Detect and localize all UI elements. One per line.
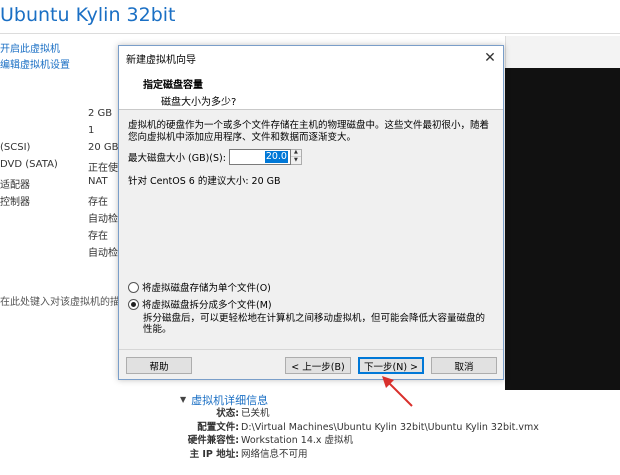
cancel-button[interactable]: 取消 — [431, 357, 497, 374]
details-header[interactable]: ▼ 虚拟机详细信息 — [180, 392, 620, 407]
dialog-body: 虚拟机的硬盘作为一个或多个文件存储在主机的物理磁盘中。这些文件最初很小，随着您向… — [119, 110, 503, 360]
detail-value: 网络信息不可用 — [241, 448, 308, 460]
device-name: 适配器 — [0, 180, 30, 191]
step-heading: 指定磁盘容量 — [143, 80, 203, 91]
disk-size-stepper[interactable]: ▲ ▼ — [290, 148, 302, 165]
power-on-link[interactable]: 开启此虚拟机 — [0, 40, 110, 55]
new-vm-wizard-dialog: 新建虚拟机向导 ✕ 指定磁盘容量 磁盘大小为多少? 虚拟机的硬盘作为一个或多个文… — [118, 45, 504, 380]
collapse-triangle-icon[interactable]: ▼ — [180, 395, 186, 404]
close-icon[interactable]: ✕ — [477, 46, 503, 70]
device-value: 20 GB — [88, 142, 119, 153]
spin-up-icon[interactable]: ▲ — [290, 150, 301, 157]
dialog-footer: 帮助 < 上一步(B) 下一步(N) > 取消 — [119, 349, 503, 379]
device-value: 2 GB — [88, 108, 113, 119]
disk-description: 虚拟机的硬盘作为一个或多个文件存储在主机的物理磁盘中。这些文件最初很小，随着您向… — [128, 120, 490, 143]
detail-key: 状态: — [216, 408, 239, 419]
detail-value: Workstation 14.x 虚拟机 — [241, 435, 354, 446]
help-button[interactable]: 帮助 — [126, 357, 192, 374]
detail-row-ip: 主 IP 地址: 网络信息不可用 — [180, 448, 620, 462]
device-value: 自动检测 — [88, 214, 120, 225]
detail-key: 主 IP 地址: — [189, 448, 239, 460]
detail-value: 已关机 — [241, 408, 270, 419]
detail-value: D:\Virtual Machines\Ubuntu Kylin 32bit\U… — [241, 421, 539, 433]
radio-multi-icon[interactable] — [128, 298, 139, 310]
option-multi-file[interactable]: 将虚拟磁盘拆分成多个文件(M) — [128, 297, 272, 311]
option-single-file[interactable]: 将虚拟磁盘存储为单个文件(O) — [128, 280, 271, 294]
preview-header — [505, 36, 620, 68]
edit-settings-link[interactable]: 编辑虚拟机设置 — [0, 56, 110, 71]
dialog-title: 新建虚拟机向导 — [126, 54, 196, 66]
step-subheading: 磁盘大小为多少? — [161, 97, 237, 108]
dialog-header: 指定磁盘容量 磁盘大小为多少? — [119, 70, 503, 110]
title-divider — [0, 33, 620, 34]
device-value: 存在 — [88, 231, 108, 242]
detail-row-status: 状态: 已关机 — [180, 407, 620, 421]
option-single-label[interactable]: 将虚拟磁盘存储为单个文件(O) — [142, 280, 271, 294]
device-name: 控制器 — [0, 197, 30, 208]
device-name: DVD (SATA) — [0, 159, 58, 170]
description-placeholder[interactable]: 在此处键入对该虚拟机的描述。 — [0, 293, 118, 308]
vm-title: Ubuntu Kylin 32bit — [0, 4, 176, 26]
device-value: 存在 — [88, 197, 108, 208]
option-multi-label[interactable]: 将虚拟磁盘拆分成多个文件(M) — [142, 297, 272, 311]
device-value: 1 — [88, 125, 95, 136]
spin-down-icon[interactable]: ▼ — [291, 157, 301, 164]
detail-key: 配置文件: — [197, 421, 239, 433]
back-button[interactable]: < 上一步(B) — [285, 357, 351, 374]
detail-key: 硬件兼容性: — [187, 435, 239, 446]
details-heading: 虚拟机详细信息 — [191, 393, 269, 407]
dialog-titlebar[interactable]: 新建虚拟机向导 ✕ — [119, 46, 503, 70]
device-value: NAT — [88, 176, 108, 187]
next-button[interactable]: 下一步(N) > — [358, 357, 424, 374]
detail-row-compat: 硬件兼容性: Workstation 14.x 虚拟机 — [180, 434, 620, 448]
recommended-size: 针对 CentOS 6 的建议大小: 20 GB — [128, 176, 281, 187]
option-multi-note: 拆分磁盘后，可以更轻松地在计算机之间移动虚拟机，但可能会降低大容量磁盘的性能。 — [143, 313, 486, 335]
vm-details-panel: ▼ 虚拟机详细信息 状态: 已关机 配置文件: D:\Virtual Machi… — [180, 392, 620, 461]
detail-row-config: 配置文件: D:\Virtual Machines\Ubuntu Kylin 3… — [180, 421, 620, 435]
radio-single-icon[interactable] — [128, 281, 139, 293]
disk-size-value: 20.0 — [264, 150, 288, 163]
disk-size-input[interactable]: 20.0 — [228, 148, 291, 165]
vm-preview-screen[interactable] — [505, 68, 620, 390]
device-value: 正在使用 — [88, 163, 120, 174]
disk-size-row: 最大磁盘大小 (GB)(S): 20.0 ▲ ▼ — [128, 148, 493, 165]
device-name: (SCSI) — [0, 142, 31, 153]
device-value: 自动检测 — [88, 248, 120, 259]
disk-size-label: 最大磁盘大小 (GB)(S): — [128, 152, 226, 164]
